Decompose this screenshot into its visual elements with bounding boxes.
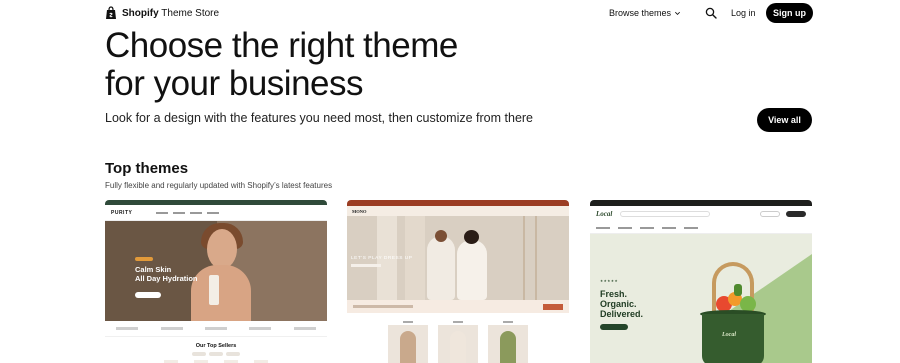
feature-strip <box>105 321 327 337</box>
basket <box>702 314 764 363</box>
theme-card-1[interactable]: PURITY Calm Skin All Day Hydration Our T… <box>105 200 327 363</box>
card-hero-cta <box>600 324 628 330</box>
top-nav: Shopify Theme Store Browse themes Log in… <box>0 0 900 27</box>
product-bottle <box>209 275 219 305</box>
rating-stars: ★★★★★ <box>600 279 619 283</box>
card-section-title: Our Top Sellers <box>195 343 237 349</box>
card-hero-image: ★★★★★ Fresh. Organic. Delivered. Local <box>590 234 812 363</box>
model-face <box>207 229 237 269</box>
fruit <box>734 284 742 296</box>
category-pills <box>105 352 327 356</box>
theme-card-3[interactable]: Local ★★★★★ Fresh. Organic. Delivered. L… <box>590 200 812 363</box>
title-line-1: Choose the right theme <box>105 26 458 65</box>
nav-placeholder <box>173 211 185 214</box>
card-header: PURITY <box>105 205 327 221</box>
collection-grid <box>347 313 569 363</box>
mini-button <box>786 211 806 217</box>
mini-search <box>620 211 710 217</box>
card-hero-text: Calm Skin All Day Hydration <box>135 265 198 283</box>
card-nav <box>590 222 812 234</box>
model-1-head <box>435 230 447 242</box>
ladder <box>523 216 537 300</box>
signup-band <box>347 300 569 313</box>
search-icon[interactable] <box>705 7 717 19</box>
card-header: Local <box>590 206 812 222</box>
card-hero-cta <box>135 292 161 298</box>
promo-badge <box>135 257 153 261</box>
card-hero-text: LET'S PLAY DRESS UP <box>351 256 413 261</box>
top-themes-heading: Top themes <box>105 160 189 177</box>
card-logo: PURITY <box>111 209 133 216</box>
card-logo: Local <box>596 210 613 218</box>
model-body <box>191 265 251 321</box>
theme-card-2[interactable]: MONO LET'S PLAY DRESS UP <box>347 200 569 363</box>
card-logo: MONO <box>352 208 367 214</box>
card-hero-text: Fresh. Organic. Delivered. <box>600 289 644 319</box>
basket-label: Local <box>722 332 736 338</box>
card-hero-image: Calm Skin All Day Hydration <box>105 221 327 321</box>
model-2 <box>457 240 487 300</box>
shopify-theme-store-logo[interactable]: Shopify Theme Store <box>105 6 219 20</box>
nav-placeholder <box>156 211 168 214</box>
page-subtitle: Look for a design with the features you … <box>105 111 534 125</box>
hero-subline <box>351 264 381 267</box>
model-2-head <box>464 230 479 244</box>
top-themes-subtitle: Fully flexible and regularly updated wit… <box>105 181 333 190</box>
shopify-bag-icon <box>106 6 116 19</box>
card-hero-image: LET'S PLAY DRESS UP <box>347 216 569 300</box>
chevron-down-icon <box>675 11 681 15</box>
card-header: MONO <box>347 206 569 216</box>
browse-themes-menu[interactable]: Browse themes <box>609 8 681 18</box>
nav-placeholder <box>190 211 202 214</box>
model-1 <box>427 236 455 300</box>
nav-placeholder <box>207 211 219 214</box>
title-line-2: for your business <box>105 64 364 103</box>
mini-button <box>760 211 780 217</box>
view-all-button[interactable]: View all <box>757 108 812 132</box>
browse-themes-label: Browse themes <box>609 8 672 18</box>
login-link[interactable]: Log in <box>731 8 756 18</box>
signup-button[interactable]: Sign up <box>766 3 813 23</box>
page-title: Choose the right theme for your business <box>105 27 625 103</box>
brand-text: Shopify Theme Store <box>122 7 220 19</box>
